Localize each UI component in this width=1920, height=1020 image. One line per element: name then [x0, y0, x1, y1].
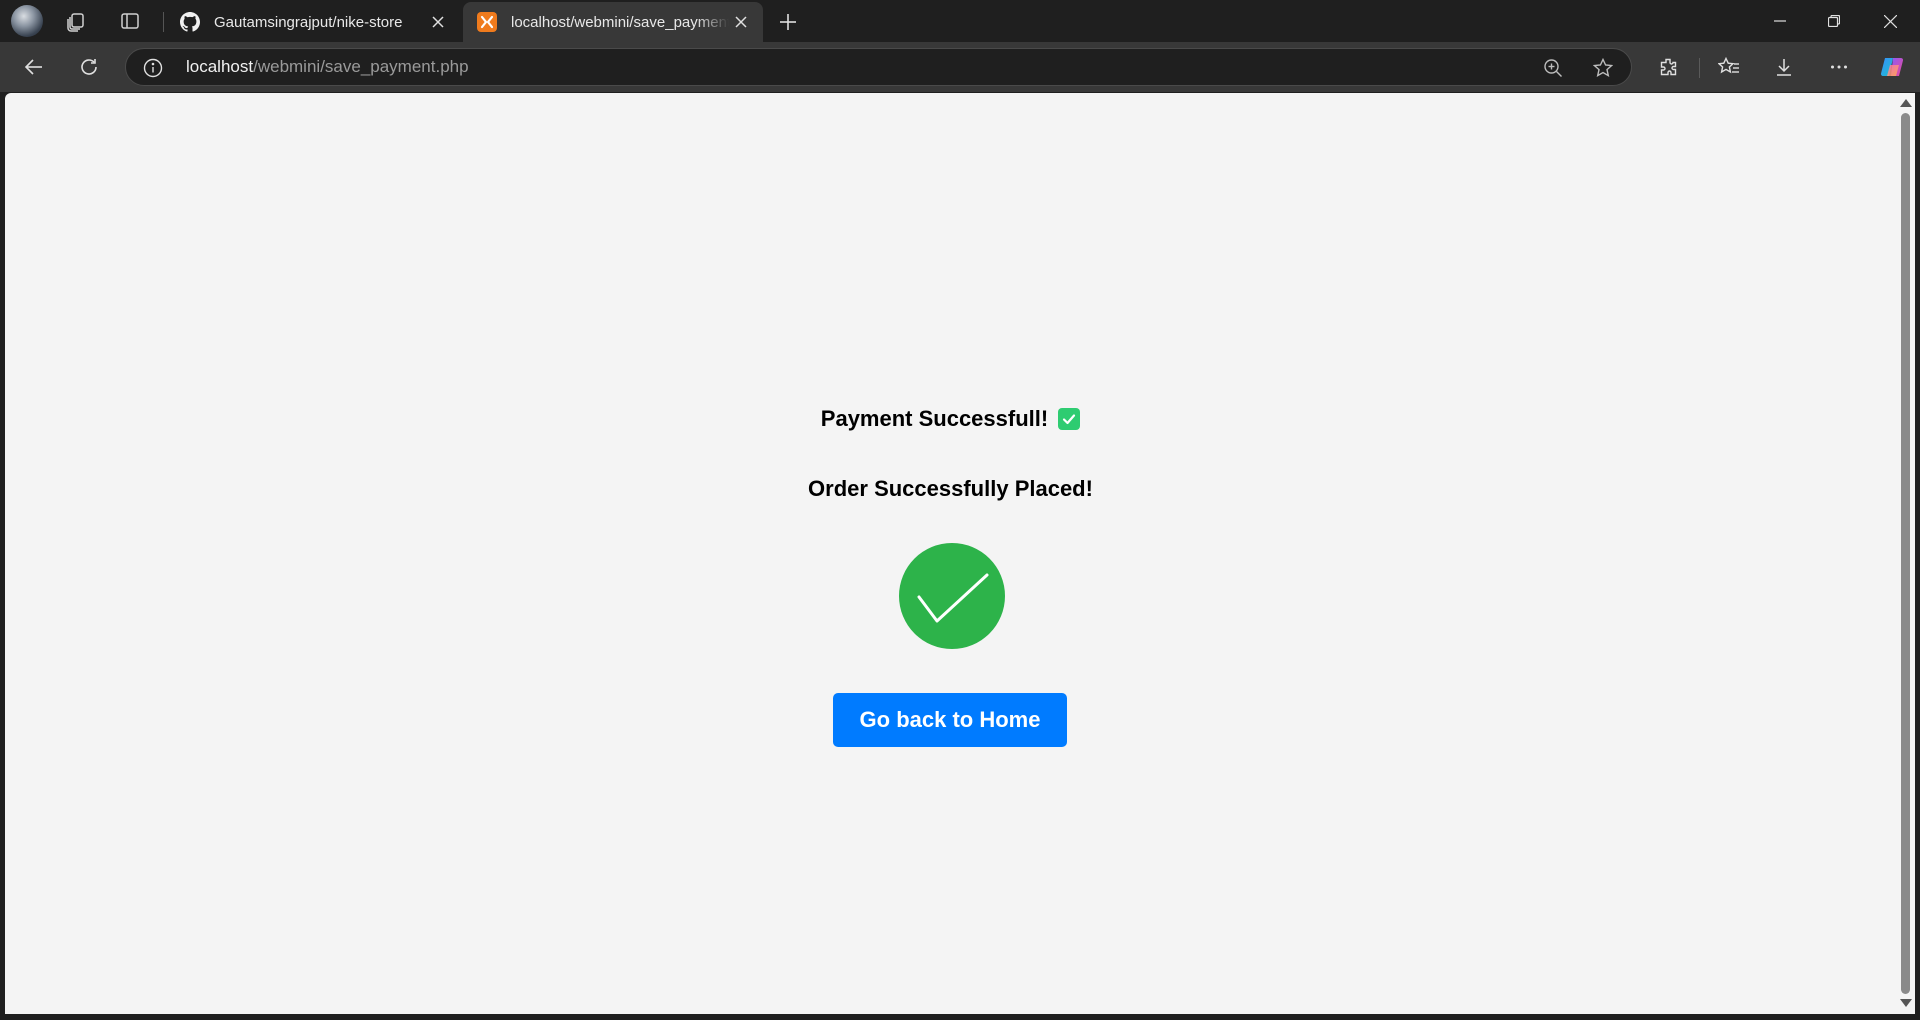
tab-github[interactable]: Gautamsingrajput/nike-store — [166, 2, 460, 42]
favorite-star-icon[interactable] — [1588, 53, 1618, 83]
close-icon[interactable] — [426, 10, 450, 34]
avatar — [11, 5, 43, 37]
close-icon — [1883, 14, 1897, 28]
vertical-tabs-icon[interactable] — [113, 4, 147, 38]
refresh-icon — [81, 59, 97, 75]
xampp-icon — [477, 12, 497, 32]
new-tab-button[interactable] — [772, 6, 804, 38]
restore-icon — [1828, 15, 1840, 27]
profile-avatar[interactable] — [10, 4, 44, 38]
url-path: /webmini/save_payment.php — [253, 57, 469, 76]
more-options-icon[interactable] — [1821, 49, 1857, 85]
plus-icon — [780, 14, 796, 30]
github-icon — [180, 12, 200, 32]
favorites-icon[interactable] — [1711, 49, 1747, 85]
scroll-down-arrow-icon[interactable] — [1900, 999, 1912, 1007]
close-icon[interactable] — [729, 10, 753, 34]
payment-success-heading: Payment Successfull! — [5, 406, 1896, 432]
minimize-icon — [1774, 20, 1786, 22]
order-placed-heading: Order Successfully Placed! — [808, 476, 1093, 501]
browser-toolbar: localhost/webmini/save_payment.php — [0, 42, 1920, 92]
page-viewport: Payment Successfull! Order Successfully … — [5, 93, 1896, 1014]
extensions-icon[interactable] — [1650, 49, 1686, 85]
tab-divider — [163, 12, 164, 32]
address-bar[interactable]: localhost/webmini/save_payment.php — [125, 48, 1632, 86]
payment-success-text: Payment Successfull! — [820, 406, 1049, 431]
toolbar-divider — [1699, 58, 1700, 78]
back-arrow-icon — [24, 59, 42, 75]
check-mark-emoji-icon — [1058, 408, 1081, 430]
tab-title: Gautamsingrajput/nike-store — [214, 13, 403, 31]
url-host: localhost — [186, 57, 254, 76]
refresh-button[interactable] — [71, 49, 107, 85]
go-home-button[interactable]: Go back to Home — [833, 693, 1067, 747]
url-text[interactable]: localhost/webmini/save_payment.php — [186, 49, 469, 85]
scrollbar-thumb[interactable] — [1901, 113, 1910, 994]
close-window-button[interactable] — [1862, 0, 1918, 42]
tab-strip: Gautamsingrajput/nike-store localhost/we… — [0, 0, 1920, 42]
workspaces-icon[interactable] — [60, 4, 94, 38]
success-check-icon — [899, 543, 1005, 649]
restore-button[interactable] — [1806, 0, 1862, 42]
downloads-icon[interactable] — [1766, 49, 1802, 85]
back-button[interactable] — [16, 49, 52, 85]
site-info-icon[interactable] — [142, 57, 164, 79]
zoom-icon[interactable] — [1538, 53, 1568, 83]
tab-title: localhost/webmini/save_payment.php — [511, 13, 729, 31]
copilot-icon[interactable] — [1875, 49, 1911, 85]
tab-save-payment[interactable]: localhost/webmini/save_payment.php — [463, 2, 763, 42]
scroll-up-arrow-icon[interactable] — [1900, 99, 1912, 107]
minimize-button[interactable] — [1752, 0, 1808, 42]
page-scrollbar[interactable] — [1896, 93, 1915, 1014]
